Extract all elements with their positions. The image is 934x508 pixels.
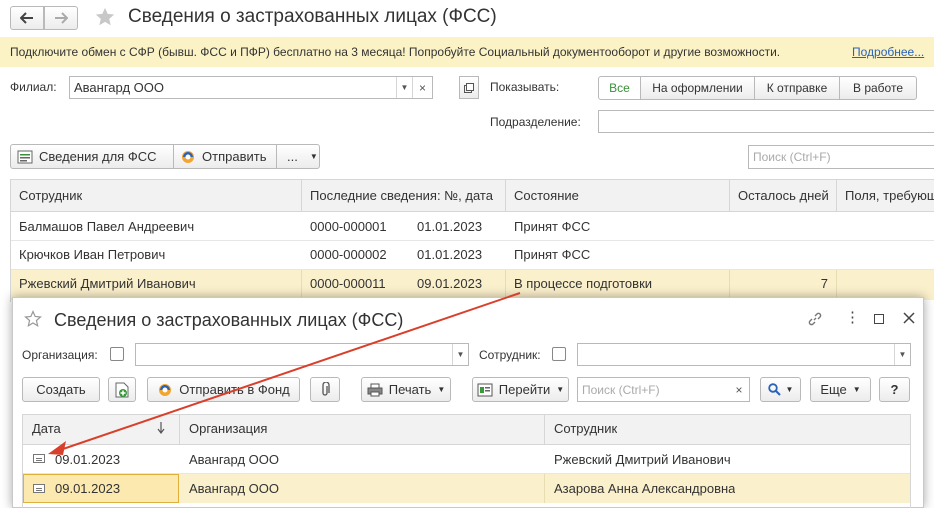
annotation-arrow bbox=[48, 292, 521, 455]
